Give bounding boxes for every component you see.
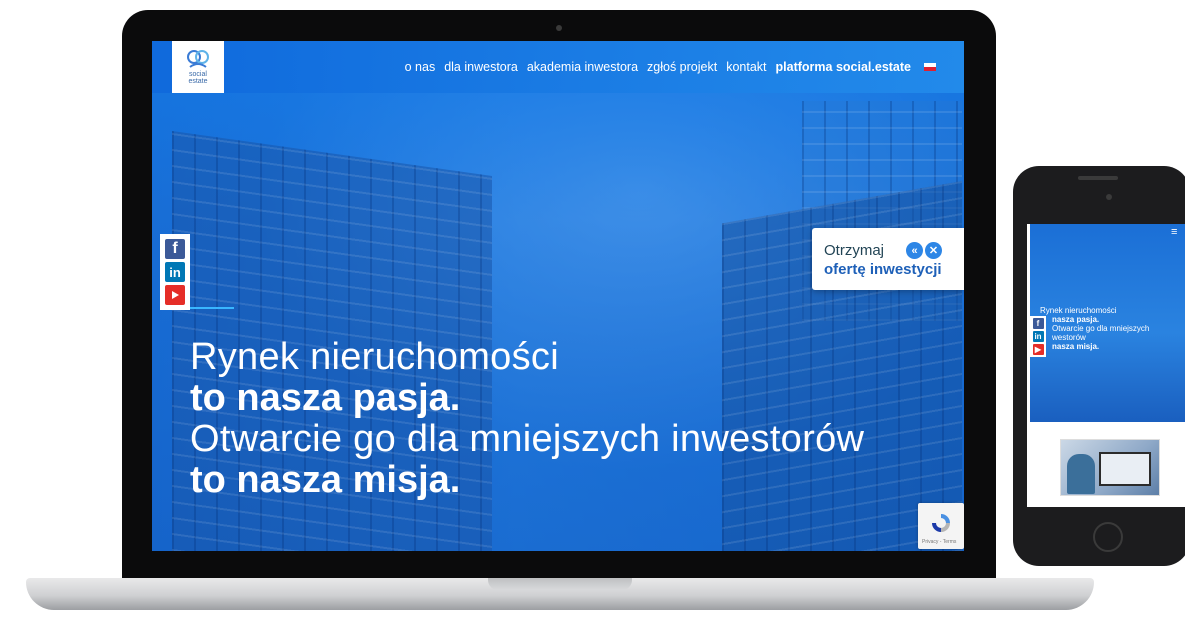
nav-o-nas[interactable]: o nas xyxy=(405,60,436,74)
offer-title: ofertę inwestycji xyxy=(824,261,942,278)
recaptcha-badge[interactable]: Privacy - Terms xyxy=(918,503,964,549)
person-image xyxy=(1067,454,1095,494)
youtube-icon[interactable] xyxy=(165,285,185,305)
nav-zglos-projekt[interactable]: zgłoś projekt xyxy=(647,60,717,74)
recaptcha-text: Privacy - Terms xyxy=(922,539,957,545)
facebook-icon[interactable]: f xyxy=(165,239,185,259)
hero-heading: Rynek nieruchomości to nasza pasja. Otwa… xyxy=(190,337,864,501)
accent-divider xyxy=(190,307,234,309)
phone-hero-line-2: nasza pasja. xyxy=(1052,315,1100,324)
social-sidebar: f in xyxy=(160,234,190,310)
phone-hero: ≡ Rynek nieruchomości nasza pasja. Otwar… xyxy=(1030,224,1185,422)
hero-line-3: Otwarcie go dla mniejszych inwestorów xyxy=(190,418,865,460)
nav-kontakt[interactable]: kontakt xyxy=(726,60,766,74)
menu-icon[interactable]: ≡ xyxy=(1171,227,1181,238)
phone-hero-line-5: nasza misja. xyxy=(1052,342,1100,351)
chevrons-left-icon[interactable]: « xyxy=(906,242,923,259)
offer-label: Otrzymaj xyxy=(824,242,884,259)
phone-speaker xyxy=(1078,176,1118,180)
header-bar: social estate o nas dla inwestora akadem… xyxy=(152,41,964,93)
phone-screen: ≡ Rynek nieruchomości nasza pasja. Otwar… xyxy=(1027,224,1185,507)
offer-panel[interactable]: Otrzymaj ofertę inwestycji « ✕ xyxy=(812,228,964,290)
laptop-screen: social estate o nas dla inwestora akadem… xyxy=(152,41,964,551)
laptop-base xyxy=(26,578,1094,610)
phone-home-button xyxy=(1093,522,1123,552)
logo-mark-icon xyxy=(187,50,209,68)
youtube-icon[interactable]: ▶ xyxy=(1032,344,1044,355)
nav-akademia-inwestora[interactable]: akademia inwestora xyxy=(527,60,638,74)
nav-dla-inwestora[interactable]: dla inwestora xyxy=(444,60,518,74)
monitor-image xyxy=(1099,452,1151,486)
phone-camera xyxy=(1106,194,1112,200)
logo-text: social estate xyxy=(188,71,208,85)
phone-hero-line-1: Rynek nieruchomości xyxy=(1040,306,1117,315)
laptop-notch xyxy=(488,578,632,590)
phone-hero-line-3: Otwarcie go dla mniejszych xyxy=(1052,324,1150,333)
facebook-icon[interactable]: f xyxy=(1032,318,1044,329)
main-nav: o nas dla inwestora akademia inwestora z… xyxy=(405,60,936,74)
site-logo[interactable]: social estate xyxy=(172,41,224,93)
nav-platforma[interactable]: platforma social.estate xyxy=(776,60,911,74)
phone-hero-text: Rynek nieruchomości nasza pasja. Otwarci… xyxy=(1040,306,1149,351)
flag-pl-icon[interactable] xyxy=(924,63,936,71)
recaptcha-icon xyxy=(932,514,950,532)
laptop-camera xyxy=(556,25,562,31)
hero-line-1: Rynek nieruchomości xyxy=(190,336,559,378)
linkedin-icon[interactable]: in xyxy=(1032,331,1044,342)
phone-hero-line-4: westorów xyxy=(1052,333,1086,342)
linkedin-icon[interactable]: in xyxy=(165,262,185,282)
hero-line-4: to nasza misja. xyxy=(190,459,461,501)
hero-line-2: to nasza pasja. xyxy=(190,377,461,419)
close-icon[interactable]: ✕ xyxy=(925,242,942,259)
phone-video-thumbnail[interactable] xyxy=(1060,439,1160,496)
phone-social-sidebar: f in ▶ xyxy=(1030,316,1046,357)
